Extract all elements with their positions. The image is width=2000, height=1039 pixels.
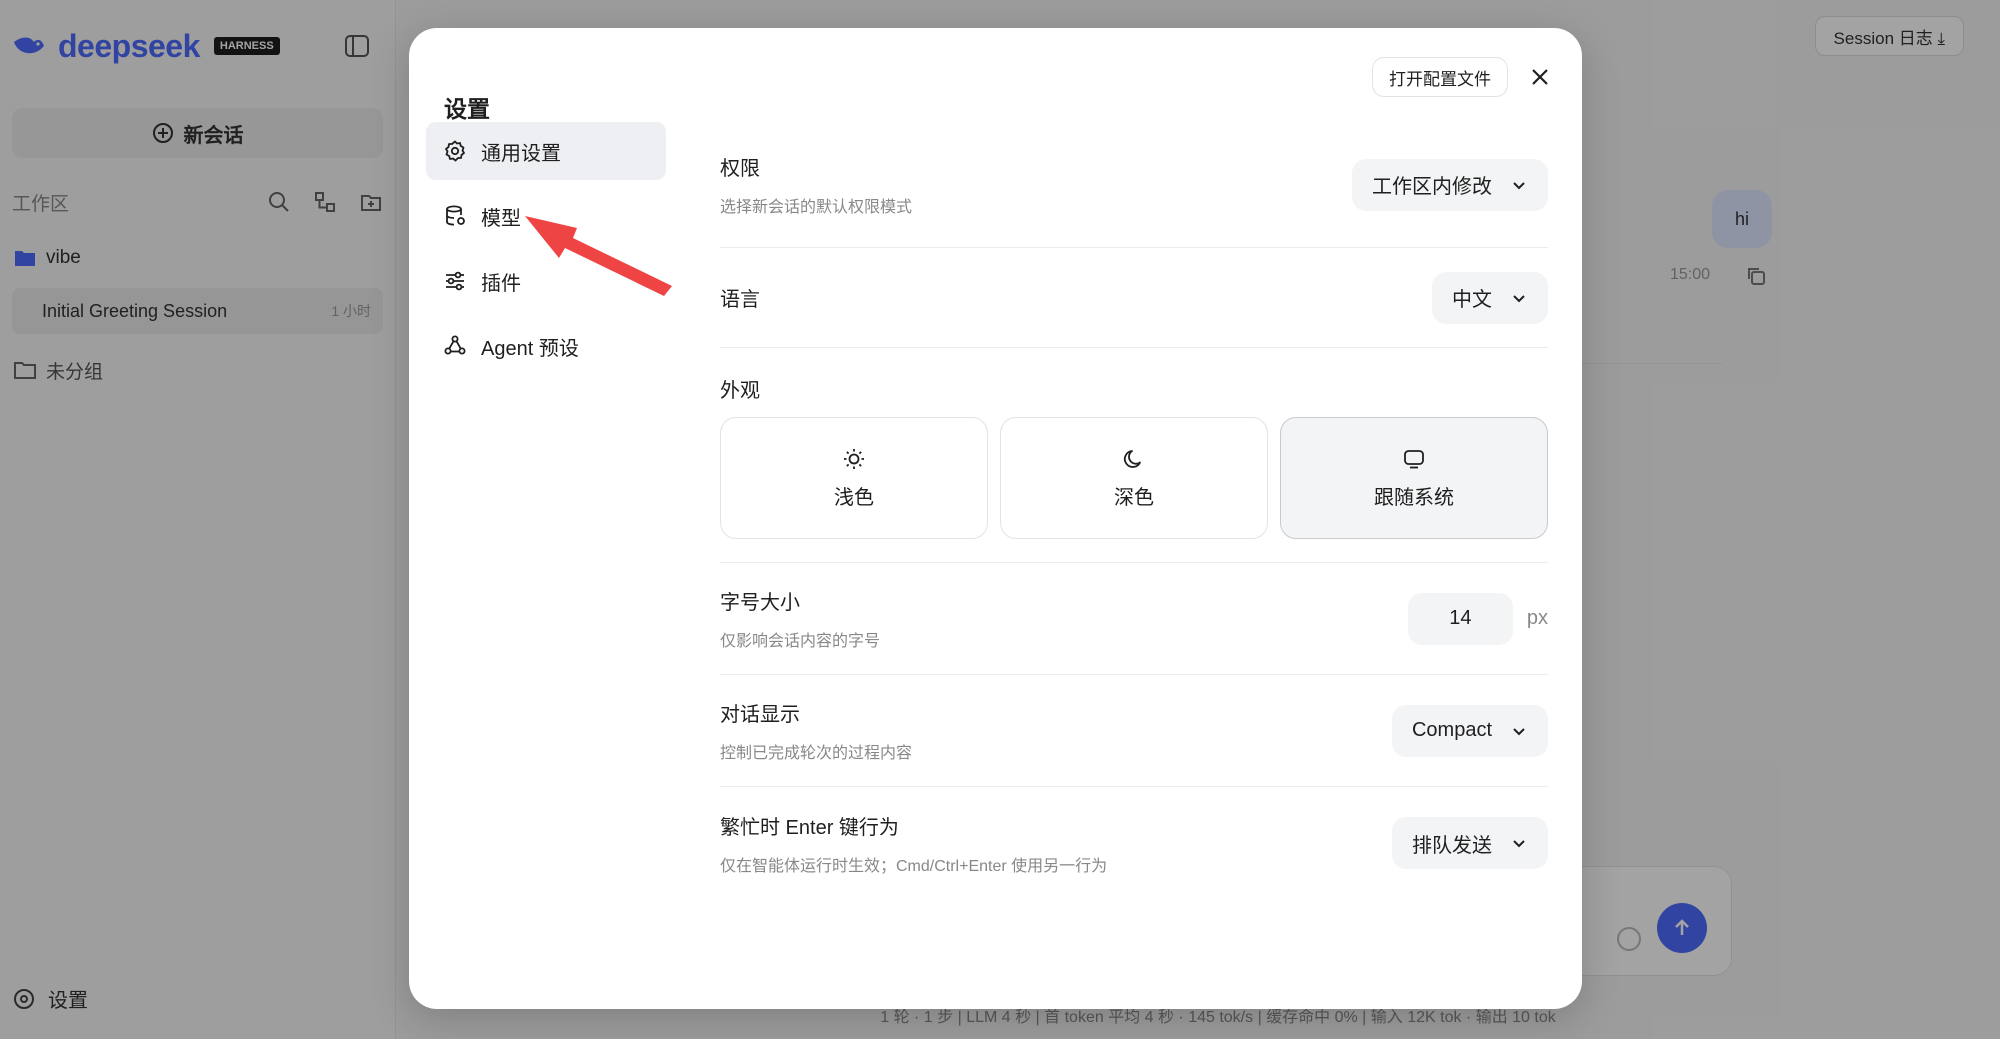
database-icon	[446, 205, 465, 226]
busy-enter-row: 繁忙时 Enter 键行为 仅在智能体运行时生效；Cmd/Ctrl+Enter …	[720, 787, 1548, 899]
settings-content: 权限 选择新会话的默认权限模式 工作区内修改 语言 中文 外观 浅色 深色 跟随…	[720, 122, 1548, 899]
theme-light-label: 浅色	[834, 486, 874, 509]
dialog-display-title: 对话显示	[720, 704, 800, 726]
font-size-desc: 仅影响会话内容的字号	[720, 633, 881, 650]
close-icon	[1532, 69, 1548, 85]
dialog-display-row: 对话显示 控制已完成轮次的过程内容 Compact	[720, 675, 1548, 787]
dialog-display-value: Compact	[1411, 719, 1492, 741]
nav-label-plugins: 插件	[481, 272, 521, 295]
busy-enter-title: 繁忙时 Enter 键行为	[720, 816, 899, 839]
nav-label-model: 模型	[481, 207, 521, 230]
chevron-down-icon	[1513, 181, 1525, 189]
busy-enter-desc: 仅在智能体运行时生效；Cmd/Ctrl+Enter 使用另一行为	[720, 857, 1108, 875]
sliders-icon	[446, 271, 464, 291]
language-title: 语言	[720, 289, 760, 311]
theme-dark-option[interactable]: 深色	[1000, 417, 1268, 539]
font-size-unit: px	[1526, 607, 1548, 629]
language-value: 中文	[1452, 289, 1492, 311]
font-size-row: 字号大小 仅影响会话内容的字号 14 px	[720, 563, 1548, 675]
settings-modal: 设置 打开配置文件 通用设置 模型 插件 Agent 预设 权限 选择新会话的默…	[409, 28, 1582, 1009]
theme-light-option[interactable]: 浅色	[720, 417, 988, 539]
nav-label-general: 通用设置	[481, 142, 561, 165]
open-config-button[interactable]: 打开配置文件	[1372, 57, 1508, 97]
busy-enter-select[interactable]: 排队发送	[1392, 817, 1548, 869]
language-select[interactable]: 中文	[1432, 271, 1548, 324]
busy-enter-value: 排队发送	[1412, 834, 1492, 857]
dialog-display-select[interactable]: Compact	[1391, 704, 1548, 757]
gear-icon	[445, 140, 465, 162]
language-row: 语言 中文	[720, 248, 1548, 348]
theme-options: 浅色 深色 跟随系统	[720, 417, 1548, 539]
nav-item-agent-preset[interactable]: Agent 预设	[426, 317, 666, 375]
chevron-down-icon	[1513, 294, 1525, 302]
appearance-section: 外观 浅色 深色 跟随系统	[720, 348, 1548, 563]
close-button[interactable]	[1527, 64, 1553, 90]
chevron-down-icon	[1513, 727, 1525, 735]
moon-icon	[1123, 449, 1141, 468]
theme-system-option[interactable]: 跟随系统	[1280, 417, 1548, 539]
permission-value: 工作区内修改	[1372, 176, 1492, 198]
appearance-title: 外观	[720, 380, 760, 402]
theme-dark-label: 深色	[1114, 486, 1154, 509]
chevron-down-icon	[1513, 840, 1525, 848]
theme-system-label: 跟随系统	[1374, 486, 1454, 509]
nav-label-agent-preset: Agent 预设	[481, 337, 579, 360]
permission-select[interactable]: 工作区内修改	[1352, 158, 1548, 211]
font-size-title: 字号大小	[720, 592, 800, 614]
annotation-arrow	[525, 216, 672, 296]
nav-item-general[interactable]: 通用设置	[426, 122, 666, 180]
permission-desc: 选择新会话的默认权限模式	[720, 199, 913, 216]
font-size-input[interactable]: 14	[1407, 592, 1513, 645]
agent-icon	[444, 335, 466, 355]
monitor-icon	[1404, 449, 1424, 468]
modal-title: 设置	[444, 96, 490, 122]
sun-icon	[844, 448, 864, 469]
permission-title: 权限	[720, 158, 760, 180]
permission-row: 权限 选择新会话的默认权限模式 工作区内修改	[720, 122, 1548, 248]
dialog-display-desc: 控制已完成轮次的过程内容	[720, 745, 913, 762]
